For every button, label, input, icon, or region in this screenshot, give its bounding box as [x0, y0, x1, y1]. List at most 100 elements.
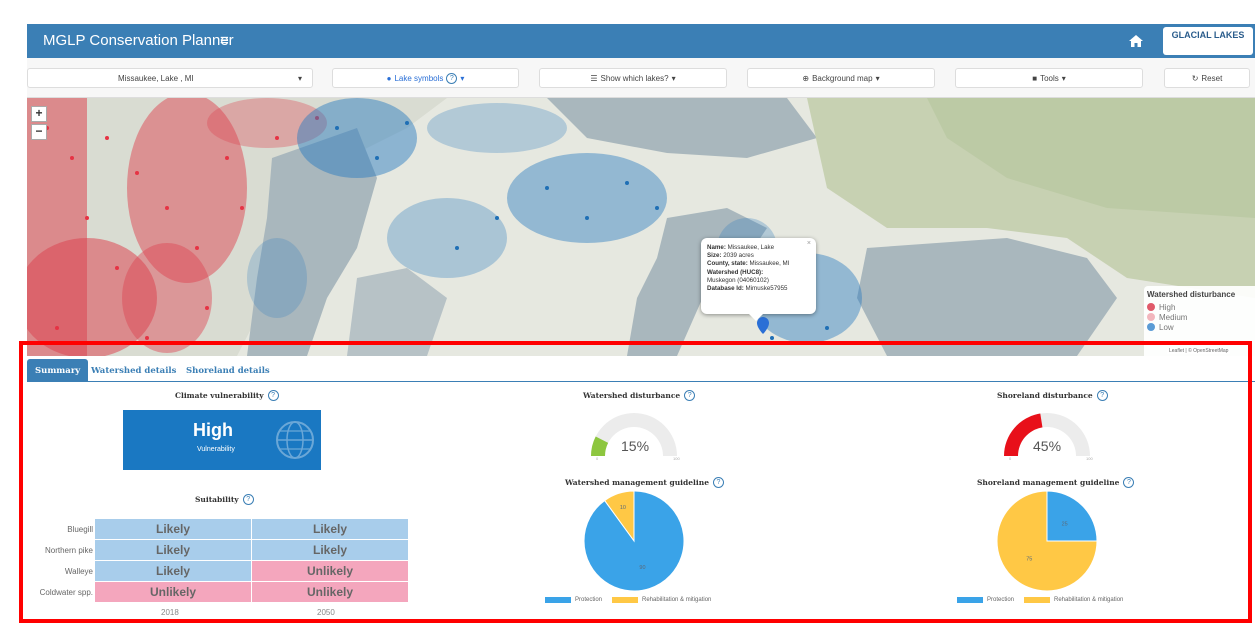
legend-swatch — [957, 597, 983, 603]
legend-item: High — [1147, 302, 1252, 312]
tools-button[interactable]: ■ Tools ▾ — [955, 68, 1143, 88]
app-window: MGLP Conservation Planner ≡ GLACIAL LAKE… — [27, 12, 1255, 624]
pie-slice — [583, 490, 685, 592]
popup-size: 2039 acres — [723, 252, 754, 260]
legend-swatch — [612, 597, 639, 603]
watershed-disturbance-value: 15% — [621, 438, 650, 454]
app-title: MGLP Conservation Planner — [43, 32, 234, 49]
tab-shoreland-details[interactable]: Shoreland details — [178, 359, 278, 382]
legend-label: Rehabilitation & mitigation — [1054, 597, 1124, 603]
map-legend: Watershed disturbance High Medium Low — [1144, 286, 1255, 356]
legend-item: Low — [1147, 322, 1252, 332]
shoreland-disturbance-title: Shoreland disturbance? — [997, 390, 1108, 401]
help-icon[interactable]: ? — [242, 494, 254, 505]
popup-watershed: Muskegon (04060102) — [707, 276, 769, 284]
popup-dbid: Mimuske57955 — [745, 285, 788, 293]
hamburger-icon[interactable]: ≡ — [220, 32, 229, 49]
show-lakes-button[interactable]: ☰ Show which lakes? ▾ — [539, 68, 727, 88]
suitability-cell: Unlikely — [252, 561, 408, 581]
popup-tip — [749, 314, 763, 321]
caret-down-icon: ▾ — [671, 73, 676, 83]
vulnerability-level: High — [193, 420, 233, 440]
suitability-title: Suitability? — [195, 494, 254, 505]
map-view[interactable]: + − Name: Missaukee, Lake Size: 2039 acr… — [27, 98, 1255, 356]
map-canvas[interactable] — [27, 98, 1255, 356]
legend-swatch — [545, 597, 571, 603]
year-label: 2018 — [161, 608, 179, 617]
species-label: Northern pike — [44, 546, 93, 555]
help-icon[interactable]: ? — [684, 390, 696, 401]
lake-symbols-button[interactable]: ● Lake symbols ? ▾ — [332, 68, 519, 88]
suitability-cell: Likely — [95, 540, 251, 560]
caret-down-icon: ▾ — [1061, 73, 1066, 83]
help-icon[interactable]: ? — [446, 72, 458, 84]
globe-icon — [276, 421, 314, 459]
lake-select[interactable]: Missaukee, Lake , MI ▾ — [27, 68, 313, 88]
pie-data-label: 75 — [1026, 557, 1032, 563]
list-icon: ☰ — [590, 73, 598, 83]
gauge-min-label: 0 — [596, 456, 599, 461]
legend-item: Medium — [1147, 312, 1252, 322]
gauge-max-label: 100 — [1086, 456, 1093, 461]
tab-summary[interactable]: Summary — [27, 359, 89, 382]
zoom-out-button[interactable]: − — [31, 124, 47, 140]
caret-down-icon: ▾ — [875, 73, 880, 83]
help-icon[interactable]: ? — [1096, 390, 1108, 401]
legend-label: Protection — [987, 597, 1015, 603]
table-row: Bluegill Likely Likely — [27, 519, 408, 539]
map-attribution[interactable]: Leaflet | © OpenStreetMap — [1167, 348, 1231, 354]
summary-panel: Summary Watershed details Shoreland deta… — [27, 356, 1255, 624]
refresh-icon: ↻ — [1191, 73, 1199, 83]
table-row: Northern pike Likely Likely — [27, 540, 408, 560]
background-map-button[interactable]: ⊕ Background map ▾ — [747, 68, 935, 88]
species-label: Coldwater spp. — [39, 588, 93, 597]
help-icon[interactable]: ? — [267, 390, 279, 401]
climate-vulnerability-box: High Vulnerability — [123, 410, 321, 470]
lake-select-value: Missaukee, Lake , MI — [118, 73, 194, 83]
table-row: Walleye Likely Unlikely — [27, 561, 408, 581]
globe-small-icon: ⊕ — [802, 73, 810, 83]
watershed-guideline-title: Watershed management guideline? — [565, 477, 724, 488]
home-icon[interactable] — [1128, 33, 1144, 49]
tab-watershed-details[interactable]: Watershed details — [83, 359, 184, 382]
tab-bar: Summary Watershed details Shoreland deta… — [27, 356, 1255, 382]
pie-data-label: 25 — [1062, 521, 1068, 527]
reset-button[interactable]: ↻ Reset — [1164, 68, 1250, 88]
suitability-cell: Unlikely — [95, 582, 251, 602]
species-label: Bluegill — [67, 525, 93, 534]
briefcase-icon: ■ — [1032, 73, 1038, 83]
species-label: Walleye — [64, 567, 93, 576]
toolbar: Missaukee, Lake , MI ▾ ● Lake symbols ? … — [27, 58, 1255, 98]
shoreland-guideline-title: Shoreland management guideline? — [977, 477, 1135, 488]
legend-label: Protection — [575, 597, 603, 603]
year-label: 2050 — [317, 608, 335, 617]
pie-slice — [1046, 490, 1098, 542]
watershed-guideline-legend: Protection Rehabilitation & mitigation — [545, 597, 711, 603]
lake-info-popup: Name: Missaukee, Lake Size: 2039 acres C… — [701, 238, 816, 314]
popup-name: Missaukee, Lake — [727, 244, 775, 251]
table-row: Coldwater spp. Unlikely Unlikely — [27, 582, 408, 602]
shoreland-guideline-legend: Protection Rehabilitation & mitigation — [957, 597, 1123, 603]
climate-vulnerability-title: Climate vulnerability? — [175, 390, 279, 401]
shoreland-disturbance-value: 45% — [1033, 438, 1062, 454]
suitability-cell: Likely — [252, 540, 408, 560]
legend-swatch — [1024, 597, 1051, 603]
watershed-guideline-pie: 10 90 — [583, 490, 685, 592]
suitability-cell: Likely — [95, 519, 251, 539]
popup-close-icon[interactable]: × — [807, 240, 811, 248]
legend-title: Watershed disturbance — [1147, 290, 1236, 299]
suitability-cell: Likely — [95, 561, 251, 581]
tools-label: Tools — [1040, 73, 1059, 83]
help-icon[interactable]: ? — [1123, 477, 1135, 488]
background-map-label: Background map — [812, 73, 873, 83]
lake-symbols-label: Lake symbols — [394, 73, 444, 83]
chevron-down-icon: ▾ — [297, 73, 302, 83]
pie-data-label: 10 — [620, 505, 626, 511]
zoom-in-button[interactable]: + — [31, 106, 47, 122]
legend-label: Rehabilitation & mitigation — [642, 597, 712, 603]
app-header: MGLP Conservation Planner ≡ GLACIAL LAKE… — [27, 24, 1255, 58]
gauge-min-label: 0 — [1009, 456, 1012, 461]
reset-label: Reset — [1201, 73, 1223, 83]
help-icon[interactable]: ? — [712, 477, 724, 488]
popup-county: Missaukee, MI — [749, 260, 790, 268]
